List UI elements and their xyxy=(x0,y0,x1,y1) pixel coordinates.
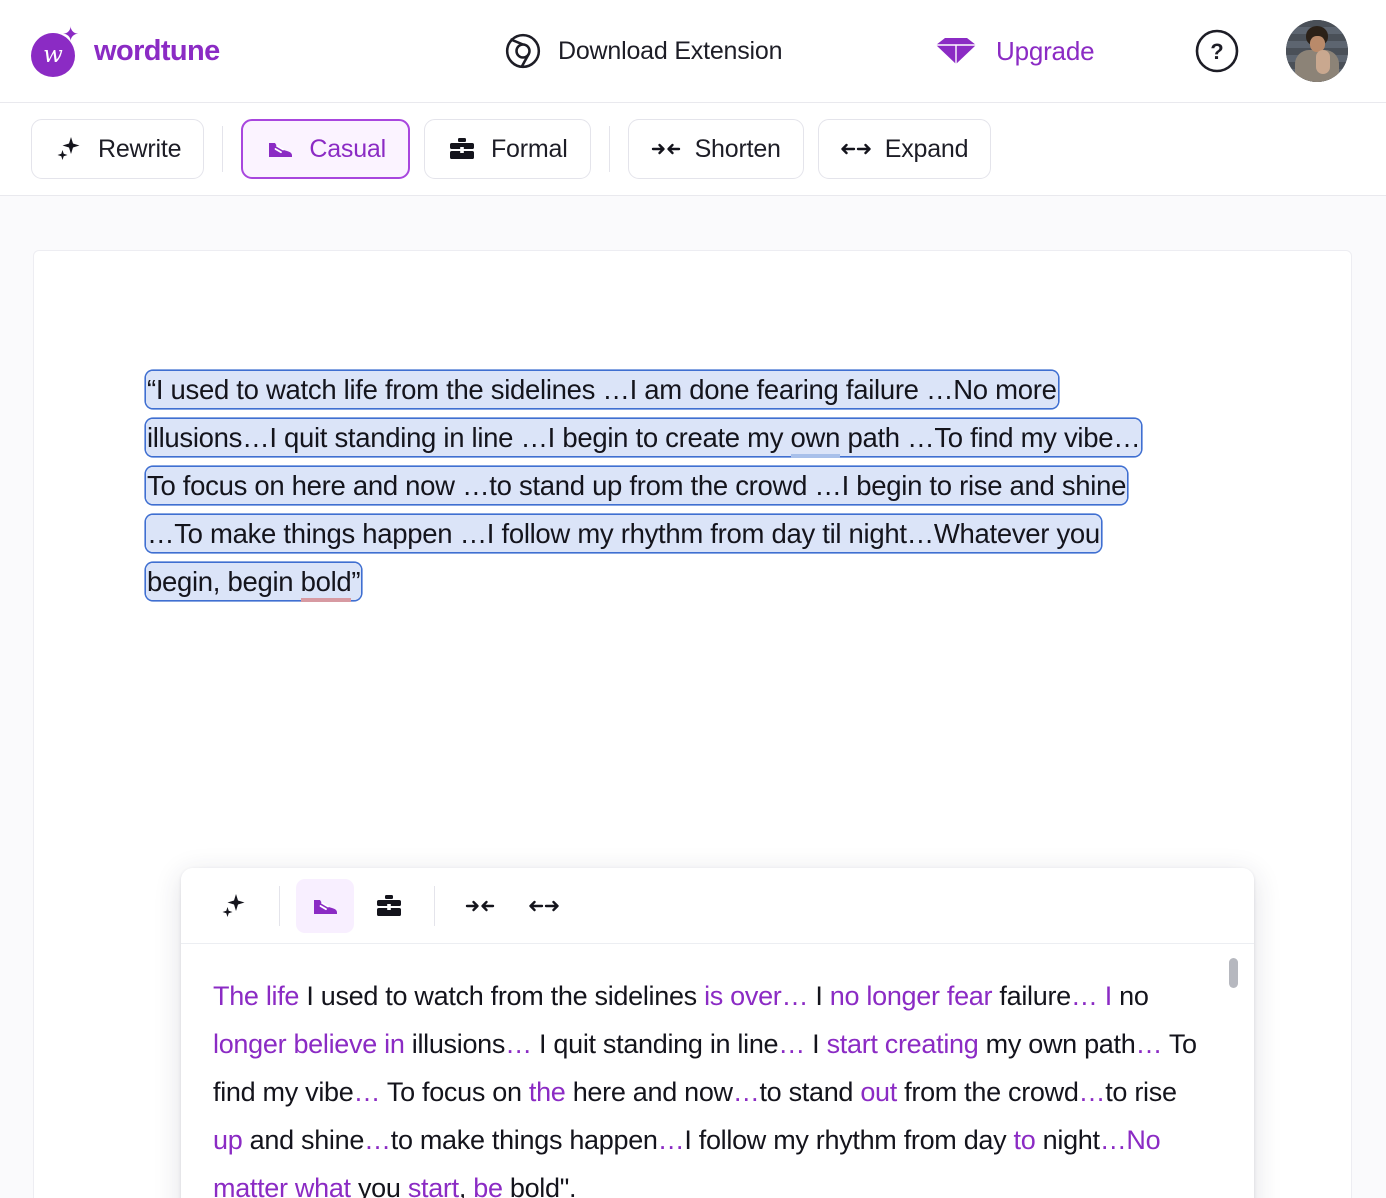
suggestion-segment: start xyxy=(408,1173,459,1198)
suggestion-segment: and shine xyxy=(242,1125,364,1155)
editor-area: “I used to watch life from the sidelines… xyxy=(0,196,1386,1198)
suggestion-segment: I used to watch from the sidelines xyxy=(299,981,704,1011)
popup-casual-button[interactable] xyxy=(296,879,354,933)
suggestion-segment: no xyxy=(1112,981,1149,1011)
rewrite-label: Rewrite xyxy=(98,135,181,164)
sneaker-icon xyxy=(310,891,340,921)
document-card[interactable]: “I used to watch life from the sidelines… xyxy=(33,250,1352,1198)
sparkles-icon xyxy=(54,134,84,164)
avatar[interactable] xyxy=(1286,20,1348,82)
casual-label: Casual xyxy=(309,135,386,164)
popup-mode-toolbar xyxy=(181,868,1254,944)
popup-formal-button[interactable] xyxy=(360,879,418,933)
shorten-button[interactable]: Shorten xyxy=(628,119,804,179)
briefcase-icon xyxy=(374,891,404,921)
suggestion-segment: up xyxy=(213,1125,242,1155)
suggestion-segment: be xyxy=(473,1173,502,1198)
wordtune-logo-icon: w ✦ xyxy=(29,25,81,77)
suggestion-segment: I follow my rhythm from day xyxy=(684,1125,1013,1155)
suggestion-segment: To focus on xyxy=(380,1077,529,1107)
upgrade-button[interactable]: Upgrade xyxy=(934,36,1094,67)
formal-label: Formal xyxy=(491,135,568,164)
suggestion-segment: my own path xyxy=(978,1029,1135,1059)
suggestion-segment: failure xyxy=(992,981,1071,1011)
download-extension-button[interactable]: Download Extension xyxy=(504,32,782,70)
upgrade-label: Upgrade xyxy=(996,36,1094,67)
suggestion-segment: … xyxy=(658,1125,685,1155)
arrows-out-icon xyxy=(529,891,559,921)
suggestion-segment: … xyxy=(364,1125,391,1155)
brand-name: wordtune xyxy=(94,35,220,68)
source-line-5: begin, begin bold” xyxy=(146,563,361,600)
suggestion-segment: to make things happen xyxy=(391,1125,658,1155)
arrows-out-icon xyxy=(841,134,871,164)
blue-underlined-word[interactable]: own xyxy=(791,422,841,458)
suggestion-segment: I xyxy=(805,1029,827,1059)
popup-expand-button[interactable] xyxy=(515,879,573,933)
casual-button[interactable]: Casual xyxy=(241,119,410,179)
suggestion-segment: the xyxy=(529,1077,566,1107)
suggestion-segment: start creating xyxy=(827,1029,979,1059)
popup-shorten-button[interactable] xyxy=(451,879,509,933)
chrome-icon xyxy=(504,32,542,70)
help-circle-icon[interactable]: ? xyxy=(1194,28,1240,74)
suggestion-segment: … xyxy=(778,1029,805,1059)
gem-icon xyxy=(934,36,978,66)
scrollbar-thumb[interactable] xyxy=(1229,958,1238,988)
suggestion-segment: … xyxy=(505,1029,532,1059)
rewrite-button[interactable]: Rewrite xyxy=(31,119,204,179)
suggestion-segment: The life xyxy=(213,981,299,1011)
suggestion-segment: , xyxy=(459,1173,473,1198)
source-line-2: illusions…I quit standing in line …I beg… xyxy=(146,419,1141,456)
brand-logo[interactable]: w ✦ wordtune xyxy=(29,25,220,77)
popup-rewrite-button[interactable] xyxy=(205,879,263,933)
suggestion-body: The life I used to watch from the sideli… xyxy=(181,944,1254,1198)
sparkles-icon xyxy=(219,891,249,921)
suggestion-segment: longer believe in xyxy=(213,1029,405,1059)
suggestion-segment: no longer fear xyxy=(830,981,992,1011)
download-extension-label: Download Extension xyxy=(558,37,782,66)
suggestion-segment: illusions xyxy=(405,1029,506,1059)
suggestion-segment: I xyxy=(808,981,830,1011)
formal-button[interactable]: Formal xyxy=(424,119,591,179)
rewrite-suggestion-popup: The life I used to watch from the sideli… xyxy=(181,868,1254,1198)
suggestion-segment: is over… xyxy=(704,981,808,1011)
suggestion-segment: to rise xyxy=(1105,1077,1176,1107)
shorten-label: Shorten xyxy=(695,135,781,164)
app-header: w ✦ wordtune Download Extension Upgrade xyxy=(0,0,1386,103)
suggestion-segment: I quit standing in line xyxy=(532,1029,778,1059)
popup-divider-1 xyxy=(279,886,280,926)
toolbar-divider-2 xyxy=(609,126,610,172)
arrows-in-icon xyxy=(651,134,681,164)
suggestion-segment: to xyxy=(1014,1125,1036,1155)
red-underlined-word[interactable]: bold xyxy=(301,566,352,602)
vertical-scrollbar[interactable] xyxy=(1229,958,1238,1198)
source-text-selection[interactable]: “I used to watch life from the sidelines… xyxy=(146,366,1246,606)
mode-toolbar: Rewrite Casual Formal xyxy=(0,103,1386,196)
suggestion-segment: … xyxy=(733,1077,760,1107)
suggestion-segment: bold". xyxy=(503,1173,577,1198)
suggestion-segment: you xyxy=(351,1173,408,1198)
suggestion-segment: here and now xyxy=(566,1077,733,1107)
briefcase-icon xyxy=(447,134,477,164)
suggestion-segment: night xyxy=(1035,1125,1099,1155)
suggestion-segment: … I xyxy=(1071,981,1112,1011)
expand-label: Expand xyxy=(885,135,969,164)
svg-text:?: ? xyxy=(1210,39,1223,64)
suggestion-segment: to stand xyxy=(759,1077,860,1107)
arrows-in-icon xyxy=(465,891,495,921)
popup-divider-2 xyxy=(434,886,435,926)
suggestion-segment: out xyxy=(860,1077,897,1107)
source-line-3: To focus on here and now …to stand up fr… xyxy=(146,467,1127,504)
sneaker-icon xyxy=(265,134,295,164)
source-line-4: …To make things happen …I follow my rhyt… xyxy=(146,515,1101,552)
suggestion-segment: … xyxy=(1135,1029,1162,1059)
source-line-1: “I used to watch life from the sidelines… xyxy=(146,371,1058,408)
suggestion-segment: … xyxy=(1079,1077,1106,1107)
expand-button[interactable]: Expand xyxy=(818,119,992,179)
suggestion-segment: from the crowd xyxy=(897,1077,1079,1107)
suggestion-text[interactable]: The life I used to watch from the sideli… xyxy=(213,972,1198,1198)
suggestion-segment: … xyxy=(353,1077,380,1107)
toolbar-divider-1 xyxy=(222,126,223,172)
